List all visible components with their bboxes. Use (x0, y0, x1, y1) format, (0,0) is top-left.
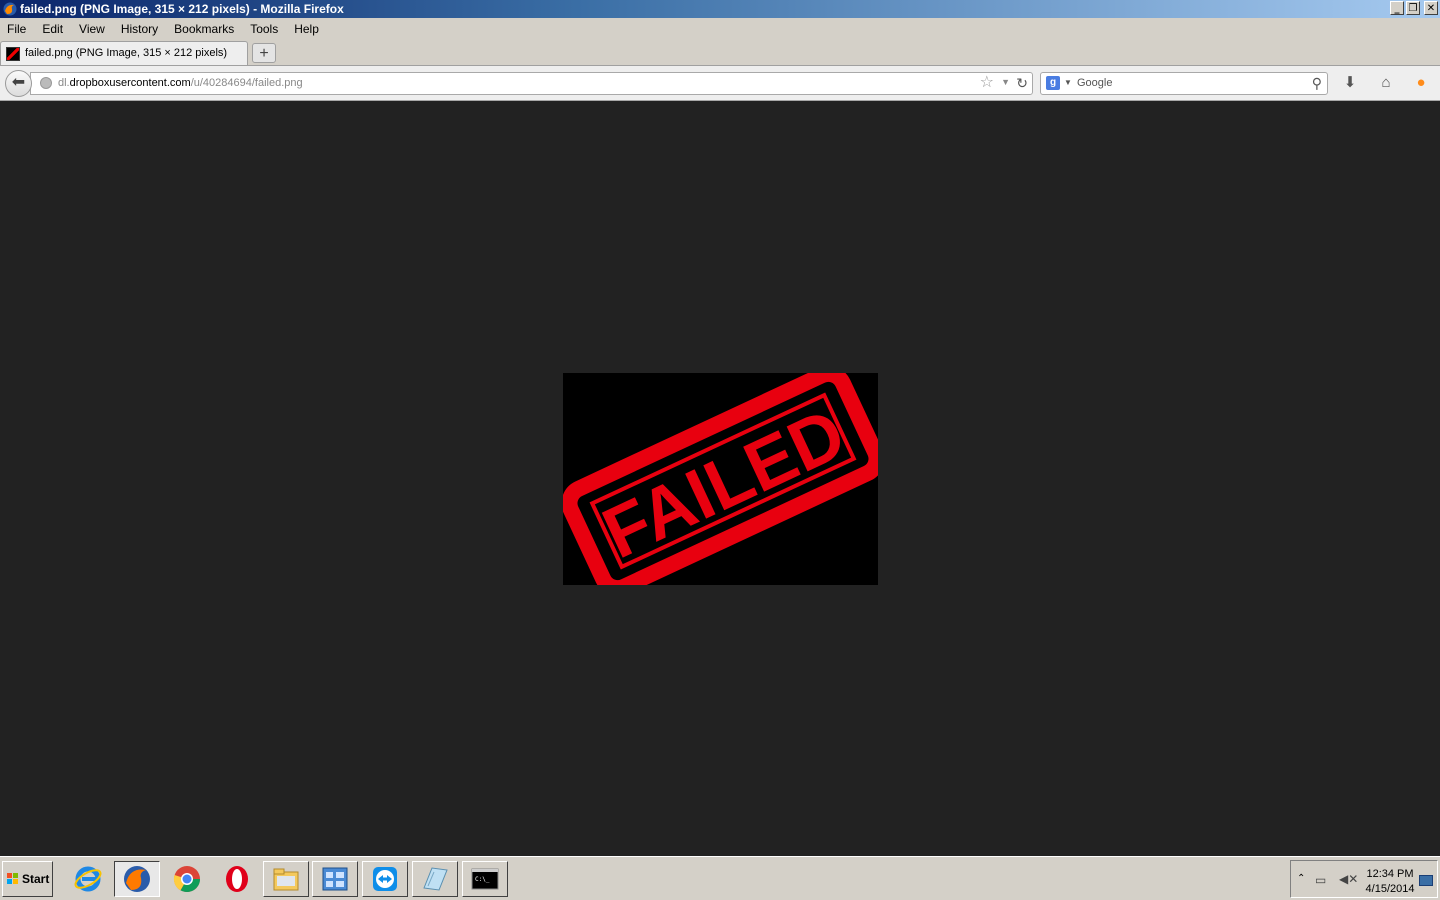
firefox-icon (3, 2, 17, 16)
teamviewer-icon (373, 867, 397, 891)
opera-icon (226, 866, 248, 892)
globe-icon[interactable] (40, 77, 52, 89)
google-icon[interactable]: g (1046, 76, 1060, 90)
url-text[interactable]: dl.dropboxusercontent.com/u/40284694/fai… (58, 77, 303, 89)
internet-explorer-icon (74, 866, 102, 892)
clock-date: 4/15/2014 (1365, 883, 1415, 895)
menu-view[interactable]: View (71, 22, 113, 36)
taskbar-teamviewer[interactable] (362, 861, 408, 897)
volume-muted-icon[interactable]: ◀✕ (1339, 872, 1358, 886)
menu-help[interactable]: Help (286, 22, 327, 36)
failed-stamp: FAILED (563, 373, 878, 585)
menu-bar: File Edit View History Bookmarks Tools H… (0, 18, 1440, 40)
close-button[interactable]: ✕ (1424, 1, 1438, 15)
taskbar-command-prompt[interactable]: C:\_ (462, 861, 508, 897)
persona-icon[interactable]: ● (1412, 74, 1430, 92)
taskbar-firefox[interactable] (114, 861, 160, 897)
search-bar[interactable]: g ▼ Google ⚲ (1040, 72, 1328, 95)
search-input[interactable]: Google (1077, 77, 1112, 89)
star-icon[interactable]: ☆ (980, 75, 994, 91)
taskbar: Start C:\_ ⌃ ▭ ◀✕ 12:34 PM 4/15/2014 (0, 856, 1440, 900)
file-explorer-icon (273, 868, 299, 891)
system-tray: ⌃ ▭ ◀✕ 12:34 PM 4/15/2014 (1290, 860, 1438, 898)
search-engine-dropdown-icon[interactable]: ▼ (1064, 78, 1072, 87)
url-path: /u/40284694/failed.png (190, 77, 303, 89)
taskbar-chrome[interactable] (164, 861, 210, 897)
search-icon[interactable]: ⚲ (1312, 75, 1322, 92)
chrome-icon (173, 866, 201, 893)
command-prompt-icon: C:\_ (471, 868, 499, 890)
failed-image[interactable]: FAILED (563, 373, 878, 585)
firefox-icon (124, 866, 150, 892)
show-hidden-icons-icon[interactable]: ⌃ (1297, 873, 1305, 884)
back-arrow-icon: ⬅ (11, 74, 26, 91)
url-prefix: dl. (58, 77, 70, 89)
show-desktop-button[interactable] (1419, 875, 1433, 886)
menu-tools[interactable]: Tools (242, 22, 286, 36)
tab-strip: failed.png (PNG Image, 315 × 212 pixels)… (0, 40, 1440, 66)
svg-text:C:\_: C:\_ (475, 876, 490, 883)
reload-icon[interactable]: ↻ (1016, 75, 1028, 91)
start-button[interactable]: Start (2, 861, 53, 897)
taskbar-control-panel[interactable] (312, 861, 358, 897)
tab-failed-png[interactable]: failed.png (PNG Image, 315 × 212 pixels) (0, 41, 248, 65)
image-favicon-icon (6, 47, 20, 61)
image-viewer: FAILED (0, 101, 1440, 856)
url-host: dropboxusercontent.com (69, 77, 191, 89)
tab-label: failed.png (PNG Image, 315 × 212 pixels) (25, 47, 228, 59)
start-label: Start (22, 872, 50, 886)
taskbar-file-explorer[interactable] (263, 861, 309, 897)
menu-edit[interactable]: Edit (34, 22, 71, 36)
network-icon[interactable]: ▭ (1315, 873, 1326, 887)
home-icon[interactable]: ⌂ (1377, 74, 1395, 92)
window-title: failed.png (PNG Image, 315 × 212 pixels)… (20, 2, 344, 16)
history-dropdown-icon[interactable]: ▼ (1001, 77, 1010, 87)
taskbar-internet-explorer[interactable] (65, 861, 111, 897)
control-panel-icon (322, 867, 348, 891)
title-bar: failed.png (PNG Image, 315 × 212 pixels)… (0, 0, 1440, 18)
windows-logo-icon (7, 873, 18, 884)
navigation-toolbar: dl.dropboxusercontent.com/u/40284694/fai… (0, 66, 1440, 101)
taskbar-notepad[interactable] (412, 861, 458, 897)
taskbar-opera[interactable] (214, 861, 260, 897)
clock[interactable]: 12:34 PM 4/15/2014 (1363, 867, 1417, 897)
new-tab-button[interactable]: + (252, 43, 276, 63)
notepad-icon (423, 867, 448, 891)
download-icon[interactable]: ⬇ (1341, 74, 1359, 92)
menu-file[interactable]: File (0, 22, 34, 36)
clock-time: 12:34 PM (1366, 868, 1414, 880)
back-button[interactable]: ⬅ (5, 70, 32, 97)
restore-button[interactable]: ❐ (1406, 1, 1420, 15)
menu-history[interactable]: History (113, 22, 166, 36)
url-bar[interactable]: dl.dropboxusercontent.com/u/40284694/fai… (30, 72, 1033, 95)
minimize-button[interactable]: _ (1390, 1, 1404, 15)
menu-bookmarks[interactable]: Bookmarks (166, 22, 242, 36)
